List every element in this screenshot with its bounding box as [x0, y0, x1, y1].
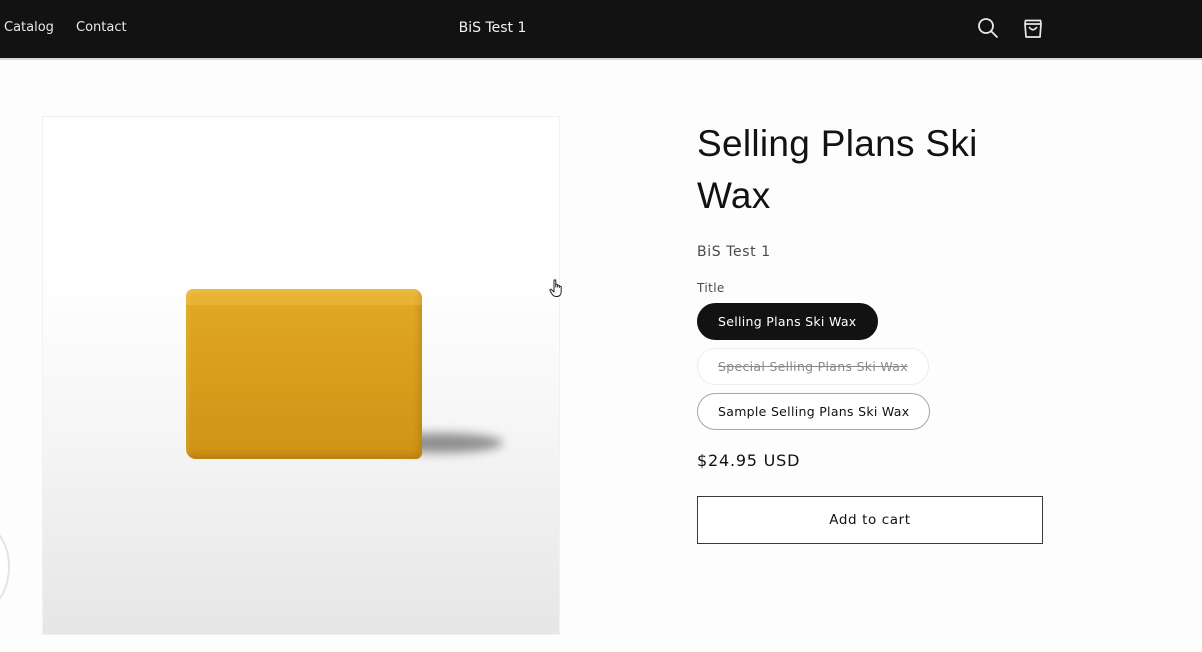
partial-circle-decoration	[0, 520, 10, 614]
product-image[interactable]	[42, 116, 560, 635]
hand-cursor-icon	[549, 279, 565, 299]
variant-pill-sample[interactable]: Sample Selling Plans Ski Wax	[697, 393, 931, 430]
product-info: Selling Plans Ski Wax BiS Test 1 Title S…	[697, 118, 1057, 544]
store-name[interactable]: BiS Test 1	[0, 20, 985, 36]
product-vendor: BiS Test 1	[697, 244, 771, 260]
add-to-cart-button[interactable]: Add to cart	[697, 496, 1043, 544]
header-divider	[0, 58, 1202, 60]
wax-top-highlight	[186, 289, 422, 305]
site-header: Catalog Contact BiS Test 1	[0, 0, 1202, 58]
search-icon[interactable]	[975, 15, 1001, 41]
product-title: Selling Plans Ski Wax	[697, 123, 978, 216]
variant-option-label: Title	[697, 281, 725, 295]
cart-icon[interactable]	[1020, 15, 1046, 41]
ski-wax-bar-image	[186, 289, 422, 459]
variant-pill-special-unavailable[interactable]: Special Selling Plans Ski Wax	[697, 348, 929, 385]
product-price: $24.95 USD	[697, 451, 801, 470]
variant-pill-selling-plans[interactable]: Selling Plans Ski Wax	[697, 303, 878, 340]
